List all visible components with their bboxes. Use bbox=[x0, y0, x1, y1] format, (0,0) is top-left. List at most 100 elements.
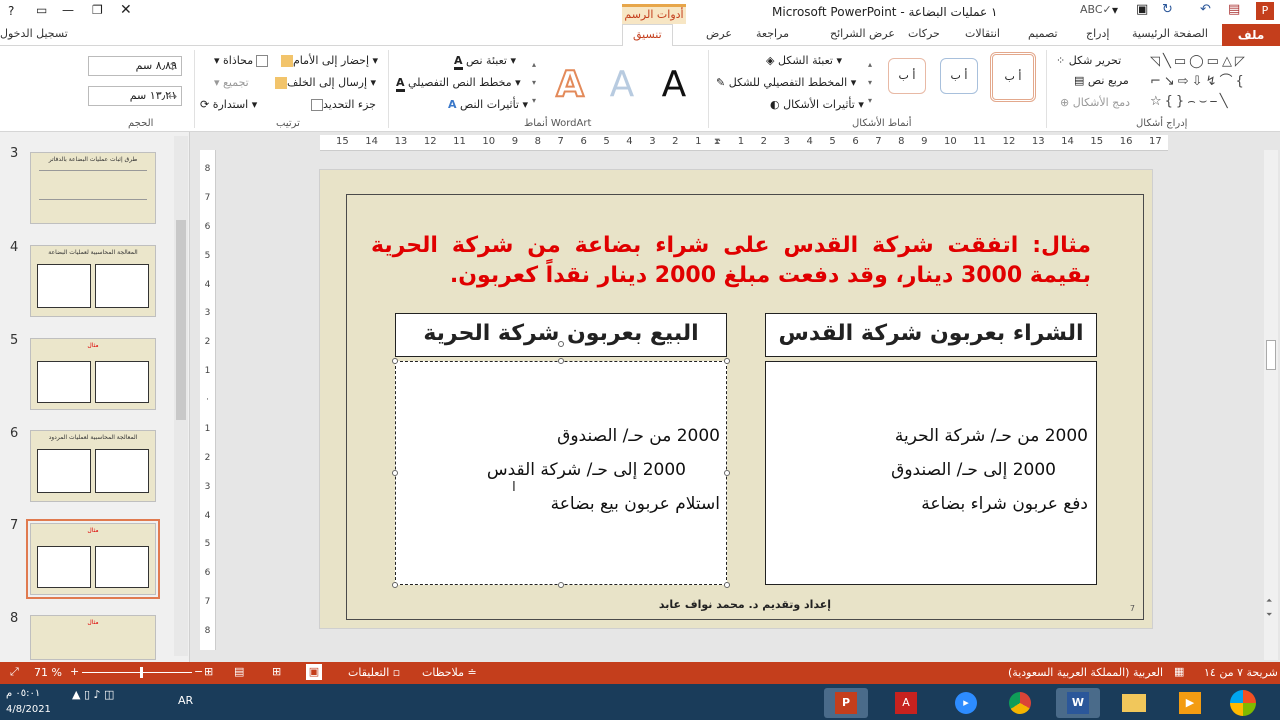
zoom-level[interactable]: 71 % bbox=[34, 666, 62, 679]
zoom-out-icon[interactable]: − bbox=[194, 665, 203, 678]
slide-thumbnail-8[interactable]: مثال bbox=[30, 615, 156, 660]
resize-handle[interactable] bbox=[724, 470, 730, 476]
save-icon[interactable]: ▤ bbox=[1228, 2, 1240, 17]
shape-outline-button[interactable]: ▾ المخطط التفصيلي للشكل ✎ bbox=[716, 76, 856, 89]
powerpoint-task-icon[interactable]: P bbox=[824, 688, 868, 718]
resize-handle[interactable] bbox=[392, 470, 398, 476]
send-backward-button[interactable]: ▾ إرسال إلى الخلف bbox=[272, 76, 376, 89]
resize-handle[interactable] bbox=[558, 358, 564, 364]
zoom-slider-thumb[interactable] bbox=[140, 667, 143, 678]
slide-vertical-scrollbar[interactable]: ⏶ ⏷ bbox=[1264, 150, 1278, 660]
bring-forward-button[interactable]: ▾ إحضار إلى الأمام bbox=[278, 54, 378, 67]
thumbnails-scroll-thumb[interactable] bbox=[176, 220, 186, 420]
notes-button[interactable]: ≐ ملاحظات bbox=[422, 666, 477, 679]
wordart-style-black[interactable]: A bbox=[650, 60, 698, 110]
ribbon-display-icon[interactable]: ▭ bbox=[36, 3, 47, 17]
spelling-icon[interactable]: ABC✓ bbox=[1080, 3, 1112, 16]
sorter-view-icon[interactable]: ⊞ bbox=[272, 665, 281, 678]
tab-slideshow[interactable]: عرض الشرائح bbox=[830, 27, 895, 40]
ruler-indent-marker-icon[interactable]: ⧗ bbox=[714, 137, 720, 147]
shape-style-2[interactable]: أ ب bbox=[940, 58, 978, 94]
rotate-handle-icon[interactable] bbox=[558, 341, 564, 347]
resize-handle[interactable] bbox=[558, 582, 564, 588]
tab-home[interactable]: الصفحة الرئيسية bbox=[1132, 27, 1208, 40]
undo-icon[interactable]: ↶ bbox=[1200, 2, 1211, 17]
media-player-task-icon[interactable]: ▶ bbox=[1168, 688, 1212, 718]
tab-animations[interactable]: حركات bbox=[908, 27, 940, 40]
normal-view-icon[interactable]: ▣ bbox=[306, 664, 322, 680]
slide-canvas[interactable]: مثال: اتفقت شركة القدس على شراء بضاعة من… bbox=[319, 169, 1153, 629]
tab-view[interactable]: عرض bbox=[706, 27, 732, 40]
shape-fill-button[interactable]: ▾ تعبئة الشكل ◈ bbox=[766, 54, 842, 67]
slide-thumbnail-4[interactable]: المعالجة المحاسبية لعمليات البضاعة bbox=[30, 245, 156, 317]
wordart-gallery-scroll-icon[interactable]: ▴ ▾ ▾ bbox=[532, 56, 536, 110]
vertical-ruler[interactable]: 8 7 6 5 4 3 2 1 · 1 2 3 4 5 6 7 8 bbox=[200, 150, 216, 650]
fit-slide-icon[interactable]: ⤢ bbox=[10, 665, 19, 679]
prev-next-slide-icons[interactable]: ⏶ ⏷ bbox=[1266, 594, 1272, 622]
text-box-button[interactable]: مربع نص ▤ bbox=[1074, 74, 1129, 87]
acrobat-task-icon[interactable]: A bbox=[884, 688, 928, 718]
resize-handle[interactable] bbox=[724, 582, 730, 588]
wordart-style-blue[interactable]: A bbox=[598, 60, 646, 110]
present-icon[interactable]: ▣ bbox=[1136, 2, 1148, 17]
tab-review[interactable]: مراجعة bbox=[756, 27, 789, 40]
align-button[interactable]: محاذاة ▾ bbox=[214, 54, 269, 67]
word-task-icon[interactable]: W bbox=[1056, 688, 1100, 718]
slide-scroll-thumb[interactable] bbox=[1266, 340, 1276, 370]
tab-format[interactable]: تنسيق bbox=[622, 24, 673, 47]
shape-gallery[interactable]: ◹╲▭◯▭△◸ ⌐↘⇨⇩↯⌒{☆{}⌢⌣⎯╲ bbox=[1150, 52, 1276, 112]
spell-check-status-icon[interactable]: ▦ bbox=[1174, 665, 1184, 678]
merge-shapes-button[interactable]: دمج الأشكال ⊕ bbox=[1060, 96, 1130, 109]
shape-effects-button[interactable]: ▾ تأثيرات الأشكال ◐ bbox=[770, 98, 864, 111]
selling-entries-box[interactable]: 2000 من حـ/ الصندوق 2000 إلى حـ/ شركة ال… bbox=[395, 361, 727, 585]
clock-time[interactable]: ٠٥:٠١ م bbox=[6, 688, 40, 699]
shape-style-1[interactable]: أ ب bbox=[888, 58, 926, 94]
tab-insert[interactable]: إدراج bbox=[1086, 27, 1109, 40]
minimize-icon[interactable]: — bbox=[62, 3, 74, 17]
resize-handle[interactable] bbox=[392, 358, 398, 364]
text-fill-button[interactable]: ▾ تعبئة نص A bbox=[454, 54, 516, 70]
customize-qat-icon[interactable]: ▾ bbox=[1112, 3, 1118, 17]
horizontal-ruler[interactable]: 15 14 13 12 11 10 9 8 7 6 5 4 3 2 1 · 1 2 3 4 5 6 7 8 9 10 11 12 13 1… bbox=[320, 135, 1168, 151]
reading-view-icon[interactable]: ▤ bbox=[234, 665, 244, 678]
zoom-slider[interactable] bbox=[82, 672, 192, 673]
purchase-header[interactable]: الشراء بعربون شركة القدس bbox=[765, 313, 1097, 357]
slide-thumbnail-5[interactable]: مثال bbox=[30, 338, 156, 410]
resize-handle[interactable] bbox=[724, 358, 730, 364]
thumbnails-scrollbar[interactable] bbox=[174, 136, 188, 656]
clock-date[interactable]: 4/8/2021 bbox=[6, 704, 51, 715]
restore-icon[interactable]: ❐ bbox=[92, 3, 103, 17]
chrome-task-icon[interactable] bbox=[998, 688, 1042, 718]
purchase-entries-box[interactable]: 2000 من حـ/ شركة الحرية 2000 إلى حـ/ الص… bbox=[765, 361, 1097, 585]
tab-design[interactable]: تصميم bbox=[1028, 27, 1058, 40]
text-effects-button[interactable]: ▾ تأثيرات النص A bbox=[448, 98, 528, 111]
wordart-style-orange[interactable]: A bbox=[546, 60, 594, 110]
shape-style-3-selected[interactable]: أ ب bbox=[990, 52, 1036, 102]
example-text[interactable]: مثال: اتفقت شركة القدس على شراء بضاعة من… bbox=[371, 231, 1091, 291]
comments-button[interactable]: ▫ التعليقات bbox=[348, 666, 400, 679]
text-outline-button[interactable]: ▾ مخطط النص التفصيلي A bbox=[396, 76, 521, 92]
zoom-task-icon[interactable]: ▸ bbox=[944, 688, 988, 718]
group-button[interactable]: تجميع ▾ bbox=[214, 76, 249, 89]
close-icon[interactable]: ✕ bbox=[120, 2, 132, 18]
repeat-icon[interactable]: ↻ bbox=[1162, 2, 1173, 17]
explorer-task-icon[interactable] bbox=[1112, 688, 1156, 718]
rotate-button[interactable]: ▾ استدارة ⟳ bbox=[200, 98, 257, 111]
slide-thumbnail-3[interactable]: طرق إثبات عمليات البضاعة بالدفاتر bbox=[30, 152, 156, 224]
start-button[interactable] bbox=[1228, 688, 1258, 718]
shape-style-gallery-scroll-icon[interactable]: ▴ ▾ ▾ bbox=[868, 56, 872, 110]
tray-icons[interactable]: ▲ ▯ ♪ ◫ bbox=[72, 688, 114, 701]
zoom-in-icon[interactable]: + bbox=[70, 665, 79, 678]
resize-handle[interactable] bbox=[392, 582, 398, 588]
selection-pane-button[interactable]: جزء التحديد bbox=[308, 98, 376, 111]
selling-header[interactable]: البيع بعربون شركة الحرية bbox=[395, 313, 727, 357]
tab-transitions[interactable]: انتقالات bbox=[965, 27, 1000, 40]
edit-shape-button[interactable]: تحرير شكل ⁘ bbox=[1056, 54, 1121, 67]
slide-thumbnail-6[interactable]: المعالجة المحاسبية لعمليات المردود bbox=[30, 430, 156, 502]
slideshow-view-icon[interactable]: ⊞ bbox=[204, 665, 213, 678]
slide-thumbnail-7-selected[interactable]: مثال bbox=[26, 519, 160, 599]
help-icon[interactable]: ? bbox=[8, 4, 14, 18]
input-language[interactable]: AR bbox=[178, 694, 193, 707]
tab-file[interactable]: ملف bbox=[1222, 24, 1280, 46]
sign-in-link[interactable]: تسجيل الدخول bbox=[0, 27, 68, 40]
